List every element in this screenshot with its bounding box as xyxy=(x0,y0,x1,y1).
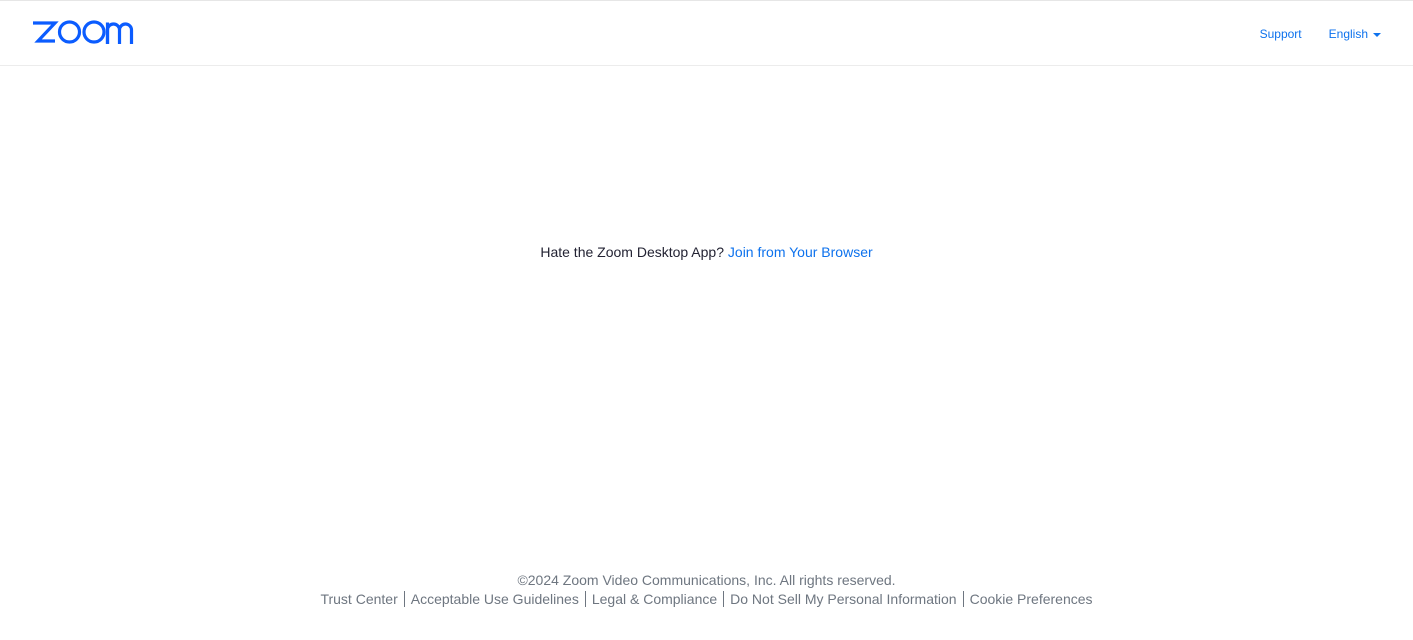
footer-link-cookie-preferences[interactable]: Cookie Preferences xyxy=(962,591,1099,607)
footer-link-legal-compliance[interactable]: Legal & Compliance xyxy=(584,591,723,607)
copyright-text: ©2024 Zoom Video Communications, Inc. Al… xyxy=(517,572,896,588)
main-content: Hate the Zoom Desktop App? Join from You… xyxy=(0,242,1413,262)
header-nav: Support English xyxy=(1260,25,1381,43)
language-dropdown[interactable]: English xyxy=(1329,27,1381,41)
language-label: English xyxy=(1328,27,1368,41)
footer-links: Trust Center Acceptable Use Guidelines L… xyxy=(0,591,1413,607)
header: zoom Support English xyxy=(0,1,1413,66)
footer-link-trust-center[interactable]: Trust Center xyxy=(314,591,403,607)
zoom-logo-icon[interactable]: zoom xyxy=(32,19,142,47)
zoom-logo-svg xyxy=(33,20,134,44)
footer-link-acceptable-use[interactable]: Acceptable Use Guidelines xyxy=(403,591,585,607)
support-link[interactable]: Support xyxy=(1260,27,1302,41)
footer-link-do-not-sell[interactable]: Do Not Sell My Personal Information xyxy=(723,591,962,607)
caret-down-icon xyxy=(1373,32,1381,37)
page: zoom Support English Hate the Zoom Deskt… xyxy=(0,0,1413,640)
footer: ©2024 Zoom Video Communications, Inc. Al… xyxy=(0,570,1413,607)
desktop-app-prompt: Hate the Zoom Desktop App? xyxy=(540,244,725,260)
join-from-browser-link[interactable]: Join from Your Browser xyxy=(728,244,873,260)
